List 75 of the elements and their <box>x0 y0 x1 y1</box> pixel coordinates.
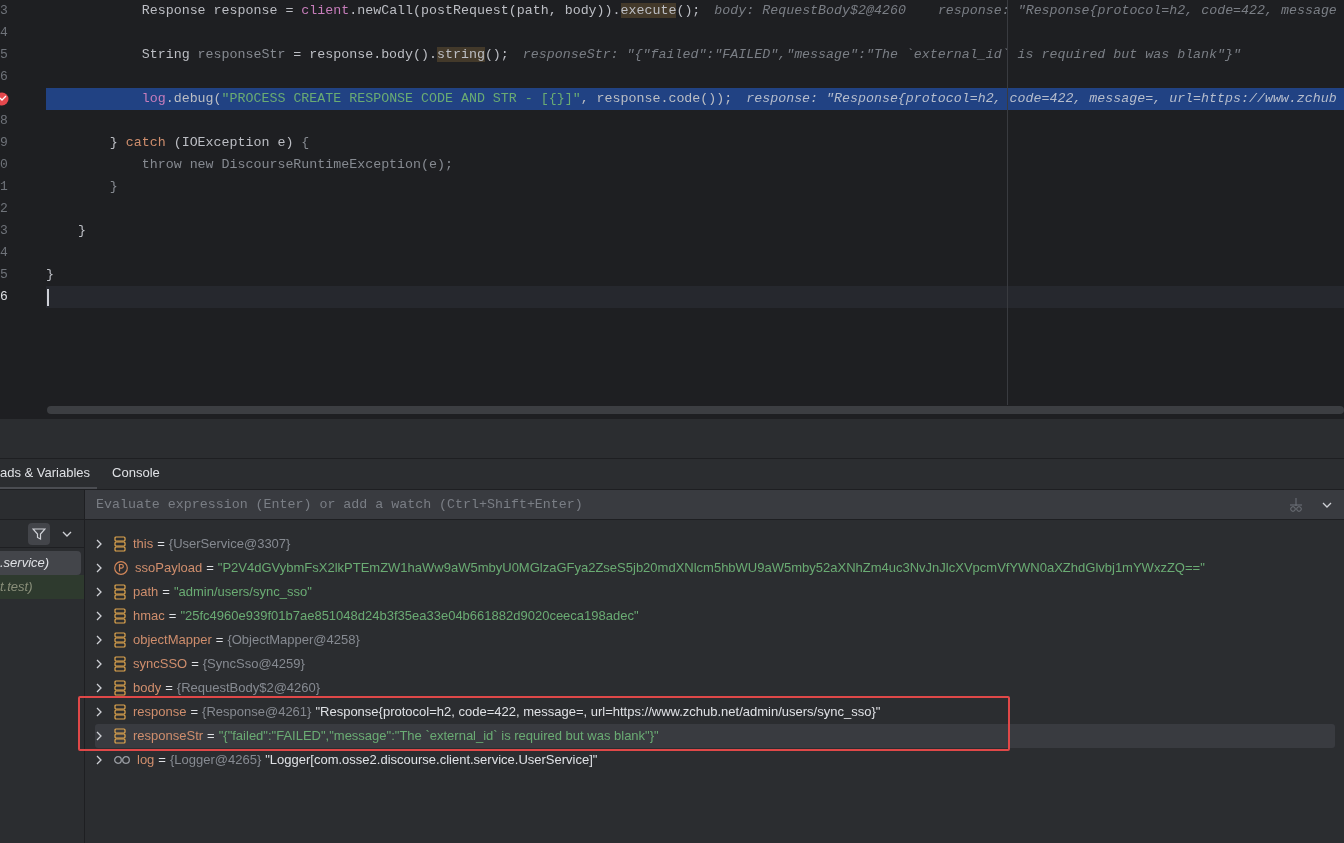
placeholder-text: Evaluate expression (Enter) or add a watch (Ctrl+Shift+Enter) <box>96 495 583 514</box>
variable-row[interactable]: log = {Logger@4265} "Logger[com.osse2.discourse.client.service.UserService]" <box>95 748 1335 772</box>
chevron-down-icon[interactable] <box>1322 501 1332 508</box>
chevron-right-icon[interactable] <box>96 731 102 741</box>
static-field-icon <box>114 755 130 765</box>
chevron-right-icon[interactable] <box>96 659 102 669</box>
chevron-right-icon[interactable] <box>96 539 102 549</box>
variable-row[interactable]: response = {Response@4261} "Response{protocol=h2, code=422, message=, url=https://www.zchub.net/admin/users/sync_sso}" <box>95 700 1335 724</box>
chevron-down-icon[interactable] <box>62 530 72 537</box>
chevron-right-icon[interactable] <box>96 587 102 597</box>
field-icon <box>114 704 126 720</box>
stack-frame[interactable]: t.test) <box>0 575 84 599</box>
code-line: Response response = client.newCall(postRequest(path, body)).execute(); <box>140 2 701 21</box>
panel-tab[interactable]: Console <box>97 459 175 489</box>
field-icon <box>114 680 126 696</box>
field-icon <box>114 632 126 648</box>
variable-row[interactable]: path = "admin/users/sync_sso" <box>95 580 1335 604</box>
variable-row[interactable]: syncSSO = {SyncSso@4259} <box>95 652 1335 676</box>
code-line: } <box>108 178 118 197</box>
variable-row[interactable]: body = {RequestBody$2@4260} <box>95 676 1335 700</box>
variable-text: body = {RequestBody$2@4260} <box>133 679 322 698</box>
variable-text: response = {Response@4261} "Response{protocol=h2, code=422, message=, url=https://www.zchub.net/admin/users/sync_sso}" <box>133 703 881 722</box>
variable-text: syncSSO = {SyncSso@4259} <box>133 655 306 674</box>
line-number: 6 <box>0 68 8 87</box>
field-icon <box>114 656 126 672</box>
line-number: 1 <box>0 178 8 197</box>
line-number: 4 <box>0 24 8 43</box>
line-number: 5 <box>0 46 8 65</box>
inline-value-hint: body: RequestBody$2@4260 <box>714 2 906 21</box>
chevron-right-icon[interactable] <box>96 707 102 717</box>
variable-row[interactable]: ssoPayload = "P2V4dGVybmFsX2lkPTEmZW1haWw9aW5mbyU0MGlzaGFya2ZseS5jb20mdXNlcm5hbWU9aW5mby52aXNhZm4uc3NvJnJlcXVpcmVfYWN0aXZhdGlvbj1mYWxzZQ==" <box>95 556 1335 580</box>
stack-frame[interactable]: .service) <box>0 551 81 575</box>
variable-row[interactable]: responseStr = "{"failed":"FAILED","message":"The `external_id` is required but was blank"}" <box>95 724 1335 748</box>
variable-row[interactable]: this = {UserService@3307} <box>95 532 1335 556</box>
chevron-right-icon[interactable] <box>96 755 102 765</box>
code-line: String responseStr = response.body().string(); <box>140 46 509 65</box>
line-number: 0 <box>0 156 8 175</box>
breakpoint-icon[interactable] <box>0 92 9 106</box>
code-line: } catch (IOException e) { <box>108 134 310 153</box>
variable-text: log = {Logger@4265} "Logger[com.osse2.discourse.client.service.UserService]" <box>137 751 598 770</box>
line-number: 6 <box>0 288 8 307</box>
variable-row[interactable]: hmac = "25fc4960e939f01b7ae851048d24b3f35ea33e04b661882d9020ceeca198adec" <box>95 604 1335 628</box>
chevron-right-icon[interactable] <box>96 683 102 693</box>
inline-value-hint: response: "Response{protocol=h2, code=422, message=, url=https://www.zchub <box>746 90 1337 109</box>
line-number: 8 <box>0 112 8 131</box>
variable-text: hmac = "25fc4960e939f01b7ae851048d24b3f35ea33e04b661882d9020ceeca198adec" <box>133 607 639 626</box>
variable-text: ssoPayload = "P2V4dGVybmFsX2lkPTEmZW1haWw9aW5mbyU0MGlzaGFya2ZseS5jb20mdXNlcm5hbWU9aW5mby52aXNhZm4uc3NvJnJlcXVpcmVfYWN0aXZhdGlvbj1mYWxzZQ==" <box>135 559 1205 578</box>
field-icon <box>114 584 126 600</box>
line-number: 3 <box>0 2 8 21</box>
line-number: 9 <box>0 134 8 153</box>
code-line: } <box>76 222 86 241</box>
chevron-right-icon[interactable] <box>96 611 102 621</box>
variable-text: responseStr = "{"failed":"FAILED","message":"The `external_id` is required but was blank"}" <box>133 727 659 746</box>
inline-value-hint: response: "Response{protocol=h2, code=422, message <box>937 2 1337 21</box>
line-number: 2 <box>0 200 8 219</box>
scrollbar[interactable] <box>47 406 1344 414</box>
filter-button[interactable] <box>28 522 50 545</box>
variable-text: path = "admin/users/sync_sso" <box>133 583 312 602</box>
variable-row[interactable]: objectMapper = {ObjectMapper@4258} <box>95 628 1335 652</box>
code-line: throw new DiscourseRuntimeException(e); <box>140 156 453 175</box>
chevron-right-icon[interactable] <box>96 635 102 645</box>
variable-text: objectMapper = {ObjectMapper@4258} <box>133 631 361 650</box>
line-number: 4 <box>0 244 8 263</box>
field-icon <box>114 536 126 552</box>
parameter-icon <box>114 561 128 575</box>
code-line: log.debug("PROCESS CREATE RESPONSE CODE AND STR - [{}]", response.code()); <box>140 90 733 109</box>
inline-value-hint: responseStr: "{"failed":"FAILED","message":"The `external_id` is required but was blank"}" <box>522 46 1241 65</box>
field-icon <box>114 728 126 744</box>
chevron-right-icon[interactable] <box>96 563 102 573</box>
line-number: 5 <box>0 266 8 285</box>
filter-icon <box>32 526 46 541</box>
line-number: 3 <box>0 222 8 241</box>
field-icon <box>114 608 126 624</box>
variable-text: this = {UserService@3307} <box>133 535 292 554</box>
code-line: } <box>46 266 54 285</box>
